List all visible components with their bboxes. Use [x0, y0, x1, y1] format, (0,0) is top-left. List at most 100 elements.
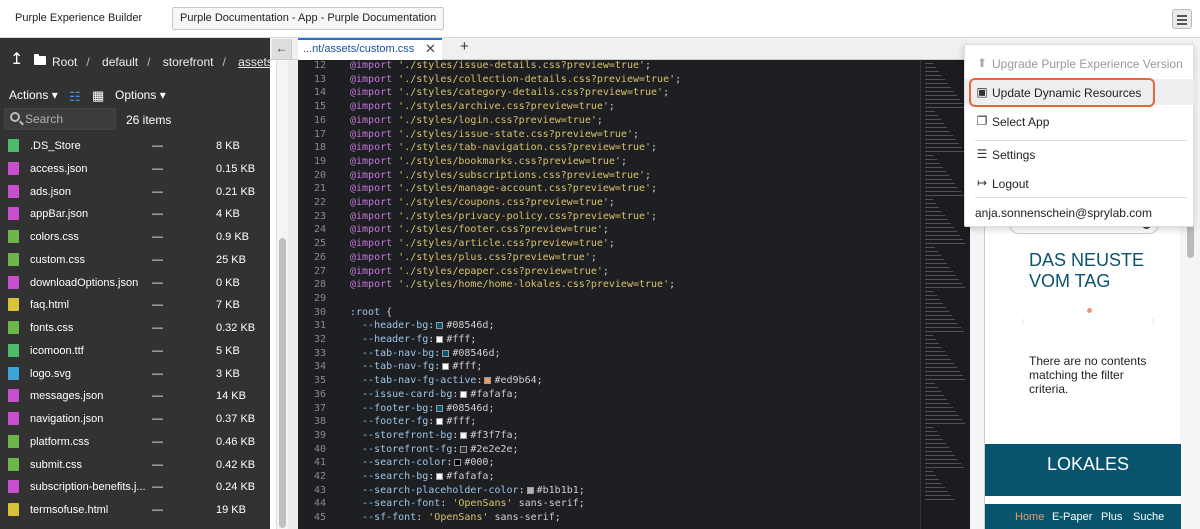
close-icon[interactable]: ✕: [425, 41, 436, 57]
file-modified: —: [152, 299, 163, 312]
menu-item-select-app[interactable]: ❐ Select App: [965, 108, 1195, 134]
color-swatch[interactable]: [436, 336, 444, 343]
file-row[interactable]: faq.html — 7 KB: [0, 294, 276, 316]
code-token: ;: [651, 142, 658, 154]
code-line: 18 @import './styles/tab-navigation.css?p…: [298, 142, 918, 156]
minimap-line: [925, 183, 955, 184]
file-row[interactable]: logo.svg — 3 KB: [0, 363, 276, 385]
file-row[interactable]: access.json — 0.15 KB: [0, 158, 276, 180]
file-row[interactable]: platform.css — 0.46 KB: [0, 431, 276, 453]
code-token: ;: [645, 169, 652, 181]
color-swatch[interactable]: [460, 445, 468, 453]
file-icon: [8, 161, 19, 175]
minimap-line: [925, 239, 963, 240]
color-swatch[interactable]: [526, 486, 534, 494]
file-list-scrollbar[interactable]: [276, 38, 288, 529]
code-token: --storefront-fg: [350, 443, 453, 455]
menu-item-logout[interactable]: ↦ Logout: [965, 170, 1195, 196]
file-row[interactable]: appBar.json — 4 KB: [0, 203, 276, 225]
file-row[interactable]: colors.css — 0.9 KB: [0, 226, 276, 248]
documentation-selector-button[interactable]: Purple Documentation - App - Purple Docu…: [172, 7, 445, 30]
menu-item-settings[interactable]: ☰ Settings: [965, 141, 1195, 167]
code-token: 'OpenSans': [446, 498, 513, 510]
breadcrumb-assets[interactable]: assets: [238, 55, 273, 69]
file-row[interactable]: custom.css — 25 KB: [0, 249, 276, 271]
grid-view-icon[interactable]: ▦: [92, 88, 104, 104]
editor-tab[interactable]: ...nt/assets/custom.css ✕: [298, 38, 442, 60]
code-token: './styles/bookmarks.css?preview=true': [392, 155, 621, 167]
code-token: @import: [350, 87, 393, 99]
breadcrumb-root[interactable]: Root: [52, 55, 77, 69]
file-row[interactable]: submit.css — 0.42 KB: [0, 454, 276, 476]
color-swatch[interactable]: [436, 404, 444, 412]
list-view-icon[interactable]: ☷: [69, 89, 81, 105]
plus-icon[interactable]: +: [460, 38, 469, 55]
menu-item-upgrade-purple-experience-version[interactable]: ⬆ Upgrade Purple Experience Version: [965, 50, 1195, 76]
code-token: #000;: [464, 457, 495, 469]
color-swatch[interactable]: [436, 418, 444, 426]
scrollbar-thumb[interactable]: [279, 238, 286, 528]
minimap-line: [925, 191, 961, 192]
file-row[interactable]: icomoon.ttf — 5 KB: [0, 340, 276, 362]
file-row[interactable]: navigation.json — 0.37 KB: [0, 408, 276, 430]
code-text: --tab-nav-fg: #fff;: [350, 361, 482, 372]
options-dropdown[interactable]: Options ▾: [115, 88, 166, 102]
file-row[interactable]: fonts.css — 0.32 KB: [0, 317, 276, 339]
minimap-line: [925, 419, 962, 420]
file-row[interactable]: ads.json — 0.21 KB: [0, 181, 276, 203]
color-swatch[interactable]: [436, 322, 444, 330]
chevron-left-icon: ‹: [1021, 312, 1026, 328]
search-input[interactable]: [25, 111, 113, 127]
minimap-line: [925, 195, 964, 196]
minimap-line: [925, 323, 958, 324]
line-number: 26: [313, 251, 326, 263]
editor-minimap[interactable]: [920, 60, 970, 529]
line-number: 37: [313, 402, 326, 414]
hamburger-icon[interactable]: [1172, 9, 1192, 29]
breadcrumb-storefront[interactable]: storefront: [163, 55, 214, 69]
preview-nav-home: Home: [1015, 511, 1045, 523]
code-token: --header-bg: [350, 320, 429, 332]
code-token: @import: [350, 279, 393, 291]
breadcrumb-default[interactable]: default: [102, 55, 138, 69]
arrow-up-icon[interactable]: ↥: [10, 49, 23, 69]
breadcrumb-separator: /: [86, 55, 90, 69]
code-token: --footer-fg: [350, 416, 429, 428]
item-count: 26 items: [126, 113, 172, 127]
arrow-left-icon[interactable]: ←: [272, 39, 292, 59]
color-swatch[interactable]: [484, 377, 492, 385]
code-token: @import: [350, 114, 393, 126]
color-swatch[interactable]: [460, 431, 468, 439]
minimap-line: [925, 371, 960, 372]
preview-scrollbar[interactable]: [1187, 224, 1194, 258]
minimap-line: [925, 79, 945, 80]
line-number: 28: [313, 279, 326, 291]
code-token: --tab-nav-fg-active: [350, 375, 477, 387]
file-icon: [8, 139, 19, 152]
file-row[interactable]: .DS_Store — 8 KB: [0, 135, 276, 157]
color-swatch[interactable]: [436, 473, 444, 480]
code-text: @import './styles/tab-navigation.css?pre…: [350, 142, 657, 153]
file-row[interactable]: subscription-benefits.j... — 0.24 KB: [0, 476, 276, 498]
minimap-line: [925, 431, 937, 432]
code-token: ;: [602, 224, 609, 236]
color-swatch[interactable]: [454, 459, 462, 467]
file-row[interactable]: downloadOptions.json — 0 KB: [0, 272, 276, 294]
color-swatch[interactable]: [442, 349, 450, 357]
minimap-line: [925, 303, 943, 304]
file-name: ads.json: [30, 185, 71, 198]
code-line: 41 --search-color: #000;: [298, 457, 918, 471]
color-swatch[interactable]: [442, 363, 450, 371]
code-line: 14 @import './styles/category-details.css…: [298, 87, 918, 101]
actions-dropdown[interactable]: Actions ▾: [9, 88, 58, 102]
file-size: 0.15 KB: [216, 162, 256, 175]
file-row[interactable]: messages.json — 14 KB: [0, 385, 276, 407]
panel-divider[interactable]: [288, 38, 298, 529]
file-modified: —: [152, 413, 163, 425]
minimap-line: [925, 75, 942, 76]
code-token: #ed9b64;: [494, 375, 543, 387]
color-swatch[interactable]: [460, 390, 468, 398]
minimap-line: [925, 235, 960, 236]
code-editor[interactable]: 12 @import './styles/issue-details.css?pr…: [298, 60, 970, 529]
file-row[interactable]: termsofuse.html — 19 KB: [0, 499, 276, 521]
